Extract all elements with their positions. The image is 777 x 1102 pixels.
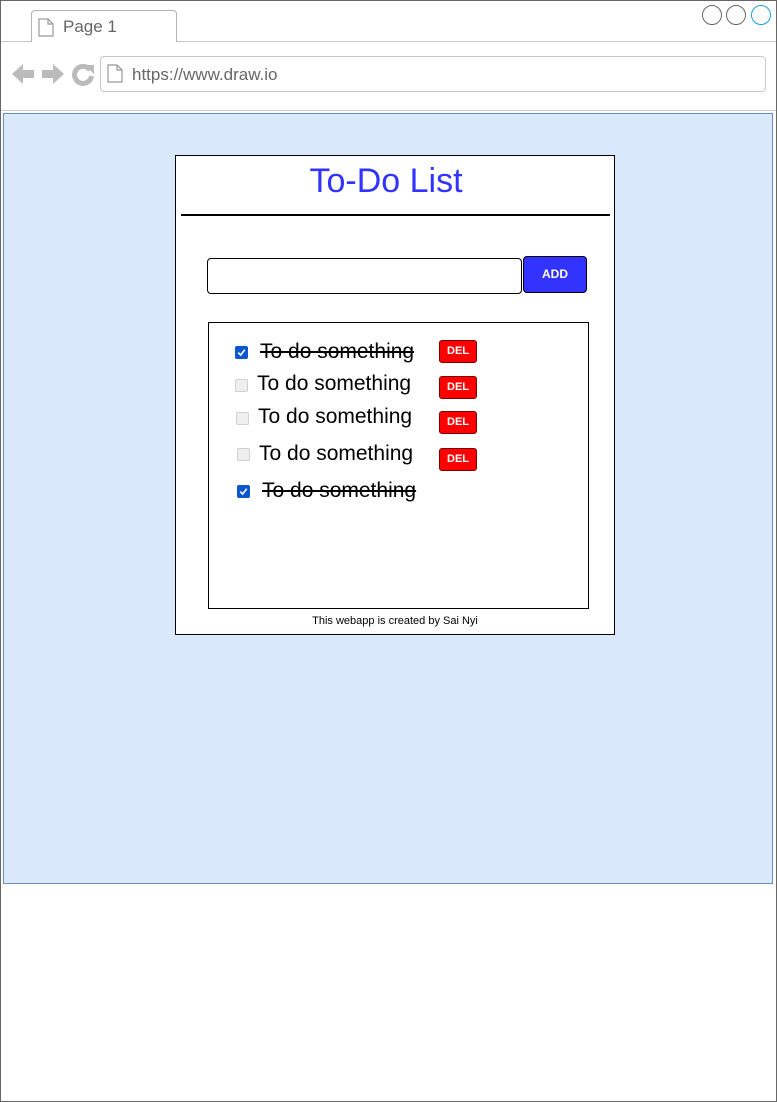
- page-icon: [38, 18, 54, 42]
- delete-button[interactable]: DEL: [439, 411, 477, 434]
- todo-item-text: To do something: [262, 479, 417, 502]
- todo-checkbox[interactable]: [235, 346, 248, 359]
- todo-item-text: To do something: [259, 442, 414, 465]
- window-button-2[interactable]: [726, 5, 746, 25]
- delete-button[interactable]: DEL: [439, 376, 477, 399]
- refresh-icon[interactable]: [71, 62, 95, 91]
- window-button-1[interactable]: [702, 5, 722, 25]
- tab-page-1[interactable]: Page 1: [31, 10, 177, 42]
- back-arrow-icon[interactable]: [11, 62, 35, 91]
- window-button-3[interactable]: [751, 5, 771, 25]
- title-divider: [181, 214, 610, 216]
- todo-checkbox[interactable]: [235, 379, 248, 392]
- navigation-bar: https://www.draw.io: [1, 42, 776, 111]
- tab-label: Page 1: [63, 17, 117, 36]
- footer-credit: This webapp is created by Sai Nyi: [312, 615, 478, 627]
- todo-checkbox[interactable]: [236, 412, 249, 425]
- todo-item-text: To do something: [258, 405, 413, 428]
- todo-item-text: To do something: [257, 372, 412, 395]
- app-title: To-Do List: [309, 162, 463, 200]
- forward-arrow-icon[interactable]: [41, 62, 65, 91]
- browser-window: Page 1 https://www.draw.io To-Do List AD…: [0, 0, 777, 1102]
- address-bar[interactable]: https://www.draw.io: [100, 56, 766, 92]
- url-text: https://www.draw.io: [132, 65, 278, 84]
- todo-item-text: To do something: [260, 340, 415, 363]
- delete-button[interactable]: DEL: [439, 340, 477, 363]
- add-button[interactable]: ADD: [523, 256, 587, 293]
- todo-app-card: To-Do List ADD To do something DEL To do…: [175, 155, 615, 635]
- page-icon: [107, 64, 123, 88]
- todo-input[interactable]: [207, 258, 522, 294]
- todo-list: To do something DEL To do something DEL …: [208, 322, 589, 609]
- tab-bar: Page 1: [1, 1, 776, 42]
- todo-checkbox[interactable]: [237, 448, 250, 461]
- delete-button[interactable]: DEL: [439, 448, 477, 471]
- todo-checkbox[interactable]: [237, 485, 250, 498]
